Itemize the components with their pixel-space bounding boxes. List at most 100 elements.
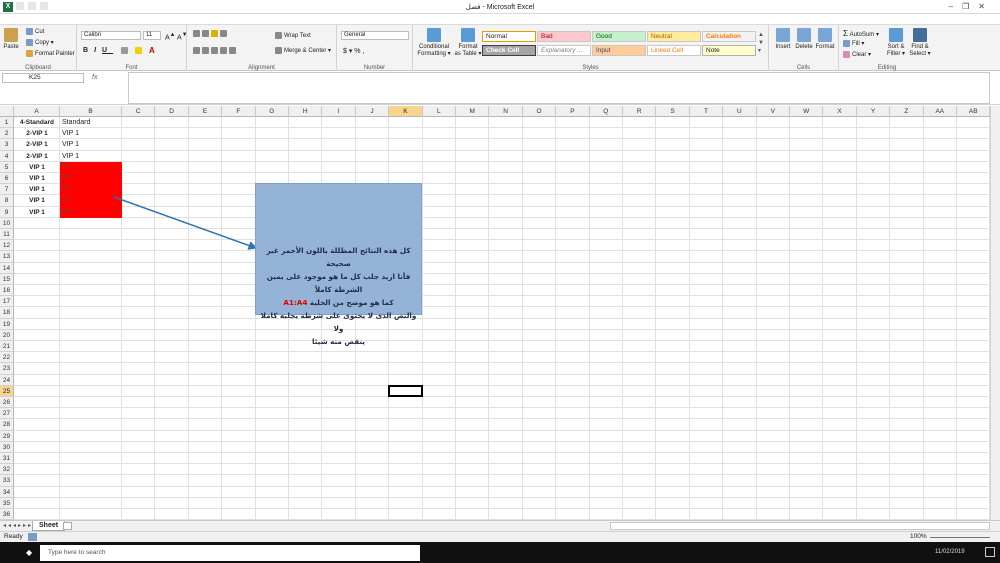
font-size-combo[interactable]: 11 xyxy=(143,31,161,40)
column-header[interactable]: J xyxy=(355,106,390,117)
row-header[interactable]: 29 xyxy=(0,430,14,442)
cell-B4[interactable]: VIP 1 xyxy=(60,151,122,162)
formula-input[interactable] xyxy=(128,72,990,104)
autosum-button[interactable]: Σ AutoSum ▾ xyxy=(843,29,879,38)
row-header[interactable]: 24 xyxy=(0,374,14,386)
row-header[interactable]: 34 xyxy=(0,486,14,498)
column-header[interactable]: V xyxy=(756,106,790,117)
style-neutral[interactable]: Neutral xyxy=(647,31,701,42)
style-calculation[interactable]: Calculation xyxy=(702,31,756,42)
insert-button[interactable]: Insert xyxy=(773,28,793,50)
row-header[interactable]: 36 xyxy=(0,509,14,520)
cell-B7[interactable]: P 1 xyxy=(60,184,122,195)
find-select-button[interactable]: Find & Select ▾ xyxy=(909,28,931,57)
style-bad[interactable]: Bad xyxy=(537,31,591,42)
column-header[interactable]: X xyxy=(823,106,857,117)
format-button[interactable]: Format xyxy=(815,28,835,50)
number-format-buttons[interactable]: $ ▾ % , xyxy=(343,47,364,55)
vertical-scrollbar[interactable] xyxy=(990,106,1000,520)
paste-button[interactable]: Paste xyxy=(3,28,19,50)
column-header[interactable]: R xyxy=(623,106,657,117)
column-header[interactable]: G xyxy=(255,106,289,117)
fx-icon[interactable]: fx xyxy=(92,74,97,81)
column-header[interactable]: H xyxy=(289,106,323,117)
row-header[interactable]: 18 xyxy=(0,307,14,319)
column-header[interactable]: T xyxy=(689,106,724,117)
cell-A1[interactable]: 4-Standard xyxy=(14,117,60,128)
column-header[interactable]: K xyxy=(389,106,423,117)
sort-filter-button[interactable]: Sort & Filter ▾ xyxy=(885,28,907,57)
column-header[interactable]: C xyxy=(122,106,156,117)
callout-textbox[interactable]: كل هذه النتائج المظللة باللون الأحمر غير… xyxy=(255,183,422,346)
fill-color-button[interactable] xyxy=(135,47,144,54)
row-header[interactable]: 12 xyxy=(0,240,14,252)
column-header[interactable]: S xyxy=(656,106,690,117)
clear-button[interactable]: Clear ▾ xyxy=(843,51,871,58)
cell-B2[interactable]: VIP 1 xyxy=(60,128,122,139)
row-header[interactable]: 19 xyxy=(0,318,14,330)
column-header[interactable]: M xyxy=(456,106,490,117)
number-format-combo[interactable]: General xyxy=(341,31,409,40)
grow-font-button[interactable]: A▲ A▼ xyxy=(165,32,187,41)
cell-B9[interactable]: P 1 xyxy=(60,207,122,218)
row-header[interactable]: 16 xyxy=(0,285,14,297)
row-header[interactable]: 30 xyxy=(0,441,14,453)
merge-center-button[interactable]: Merge & Center ▾ xyxy=(275,47,331,54)
column-header[interactable]: E xyxy=(188,106,223,117)
row-header[interactable]: 4 xyxy=(0,150,14,162)
row-header[interactable]: 25 xyxy=(0,385,14,397)
row-header[interactable]: 6 xyxy=(0,173,14,185)
row-header[interactable]: 13 xyxy=(0,251,14,263)
row-header[interactable]: 9 xyxy=(0,206,14,218)
taskbar-search[interactable]: Type here to search xyxy=(40,545,420,561)
row-header[interactable]: 35 xyxy=(0,497,14,509)
cell-A7[interactable]: VIP 1 xyxy=(14,184,60,195)
column-header[interactable]: P xyxy=(556,106,590,117)
column-header[interactable]: N xyxy=(489,106,523,117)
row-header[interactable]: 5 xyxy=(0,161,14,173)
top-align-button[interactable] xyxy=(193,30,229,37)
minimize-icon[interactable]: – xyxy=(949,2,962,11)
cell-B6[interactable]: P 1 xyxy=(60,173,122,184)
wrap-text-button[interactable]: Wrap Text xyxy=(275,32,311,39)
style-note[interactable]: Note xyxy=(702,45,756,56)
cell-B3[interactable]: VIP 1 xyxy=(60,139,122,150)
macro-record-icon[interactable] xyxy=(28,533,37,541)
column-header[interactable]: L xyxy=(422,106,456,117)
cell-A3[interactable]: 2-VIP 1 xyxy=(14,139,60,150)
horizontal-align-buttons[interactable] xyxy=(193,47,238,54)
column-header[interactable]: F xyxy=(222,106,256,117)
row-header[interactable]: 22 xyxy=(0,352,14,364)
copy-button[interactable]: Copy ▾ xyxy=(26,39,54,46)
cell-B8[interactable]: P 1 xyxy=(60,195,122,206)
cell-A2[interactable]: 2-VIP 1 xyxy=(14,128,60,139)
format-as-table-button[interactable]: Format as Table ▾ xyxy=(454,28,482,57)
row-header[interactable]: 8 xyxy=(0,195,14,207)
row-header[interactable]: 1 xyxy=(0,117,14,129)
cell-A5[interactable]: VIP 1 xyxy=(14,162,60,173)
notification-icon[interactable] xyxy=(985,547,995,557)
row-header[interactable]: 26 xyxy=(0,397,14,409)
styles-scroll-icon[interactable]: ▲ ▼ ▾ xyxy=(758,31,764,55)
new-sheet-icon[interactable] xyxy=(63,522,72,530)
column-header[interactable]: AB xyxy=(957,106,990,117)
row-header[interactable]: 33 xyxy=(0,475,14,487)
cut-button[interactable]: Cut xyxy=(26,28,44,35)
style-linked-cell[interactable]: Linked Cell xyxy=(647,45,701,56)
row-header[interactable]: 23 xyxy=(0,363,14,375)
row-header[interactable]: 27 xyxy=(0,408,14,420)
style-normal[interactable]: Normal xyxy=(482,31,536,42)
cell-A8[interactable]: VIP 1 xyxy=(14,195,60,206)
row-header[interactable]: 11 xyxy=(0,229,14,241)
horizontal-scrollbar[interactable] xyxy=(610,522,990,530)
column-header[interactable]: Y xyxy=(856,106,891,117)
row-header[interactable]: 3 xyxy=(0,139,14,151)
conditional-formatting-button[interactable]: Conditional Formatting ▾ xyxy=(416,28,452,57)
column-header[interactable]: D xyxy=(155,106,189,117)
column-header[interactable]: W xyxy=(790,106,824,117)
cell-A6[interactable]: VIP 1 xyxy=(14,173,60,184)
bold-italic-underline[interactable]: BIU xyxy=(83,47,113,54)
close-icon[interactable]: ✕ xyxy=(978,2,994,11)
format-painter-button[interactable]: Format Painter xyxy=(26,50,75,57)
row-header[interactable]: 2 xyxy=(0,128,14,140)
